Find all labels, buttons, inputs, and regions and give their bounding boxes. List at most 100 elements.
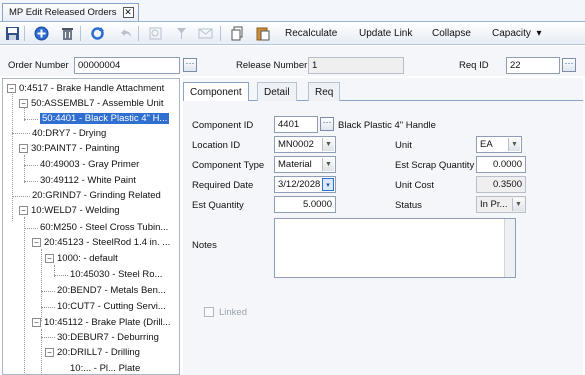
tree-node[interactable]: 20:GRIND7 - Grinding Related <box>32 189 161 202</box>
bill-of-materials-tree[interactable]: −0:4517 - Brake Handle Attachment −50:AS… <box>2 78 180 375</box>
notes-textarea[interactable] <box>274 218 516 278</box>
status-dropdown[interactable]: In Pr... ▼ <box>476 196 526 213</box>
tree-connector <box>12 196 30 197</box>
unit-label: Unit <box>395 140 412 151</box>
notes-scrollbar[interactable] <box>504 219 515 277</box>
tree-node-label: 10:45030 - Steel Ro... <box>70 269 163 280</box>
refresh-icon[interactable] <box>90 26 105 41</box>
filter-icon[interactable] <box>174 26 189 41</box>
search-icon[interactable] <box>148 26 163 41</box>
est-scrap-quantity-field[interactable]: 0.0000 <box>476 156 526 173</box>
tree-node[interactable]: −1000: - default <box>45 252 118 265</box>
order-number-lookup-button[interactable]: ··· <box>183 58 197 72</box>
copy-icon[interactable] <box>230 26 245 41</box>
tree-connector <box>54 275 68 276</box>
tree-node[interactable]: 20:BEND7 - Metals Ben... <box>57 284 166 297</box>
toolbar: Recalculate Update Link Collapse Capacit… <box>0 22 585 45</box>
tree-connector <box>24 228 38 229</box>
tree-node[interactable]: −50:ASSEMBL7 - Assemble Unit <box>19 97 164 110</box>
location-id-label: Location ID <box>192 140 241 151</box>
component-type-label: Component Type <box>192 160 265 171</box>
tree-node-label: 0:4517 - Brake Handle Attachment <box>19 83 165 94</box>
tree-node[interactable]: −0:4517 - Brake Handle Attachment <box>7 82 164 95</box>
delete-icon[interactable] <box>60 26 75 41</box>
tree-node[interactable]: 40:49003 - Gray Primer <box>40 158 139 171</box>
update-link-button[interactable]: Update Link <box>359 28 412 39</box>
tree-node[interactable]: −20:DRILL7 - Drilling <box>45 346 140 359</box>
component-id-field[interactable]: 4401 <box>274 116 318 133</box>
tree-connector <box>41 249 42 321</box>
collapse-icon[interactable]: − <box>45 348 54 357</box>
collapse-button[interactable]: Collapse <box>432 28 471 39</box>
dropdown-arrow-icon[interactable]: ▼ <box>322 138 334 151</box>
linked-checkbox[interactable] <box>204 307 214 317</box>
tree-node-label: 20:GRIND7 - Grinding Related <box>32 190 161 201</box>
tree-node[interactable]: 30:DEBUR7 - Deburring <box>57 331 159 344</box>
dropdown-arrow-icon[interactable]: ▼ <box>508 138 520 151</box>
tree-node-selected[interactable]: 50:4401 - Black Plastic 4" H... <box>40 112 170 125</box>
collapse-icon[interactable]: − <box>7 84 16 93</box>
tab-title: MP Edit Released Orders <box>9 7 117 18</box>
tree-node[interactable]: −10:WELD7 - Welding <box>19 204 120 217</box>
toolbar-separator <box>138 26 139 41</box>
save-icon[interactable] <box>5 26 20 41</box>
tree-node-label: 10:45112 - Brake Plate (Drill... <box>44 317 171 328</box>
mail-icon[interactable] <box>198 26 213 41</box>
tree-connector <box>24 165 38 166</box>
tree-node[interactable]: 10:CUT7 - Cutting Servi... <box>57 300 166 313</box>
tree-node-label: 50:4401 - Black Plastic 4" H... <box>40 113 170 124</box>
tree-node[interactable]: −30:PAINT7 - Painting <box>19 142 120 155</box>
dropdown-arrow-icon[interactable]: ▼ <box>512 198 524 211</box>
tree-connector <box>24 119 38 120</box>
recalculate-button[interactable]: Recalculate <box>285 28 337 39</box>
close-icon[interactable]: ✕ <box>122 7 134 18</box>
collapse-icon[interactable]: − <box>19 144 28 153</box>
collapse-icon[interactable]: − <box>19 206 28 215</box>
component-type-dropdown[interactable]: Material ▼ <box>274 156 336 173</box>
tree-node[interactable]: 10:45030 - Steel Ro... <box>70 268 162 281</box>
capacity-menu-button[interactable]: Capacity ▾ <box>492 28 542 39</box>
tree-node[interactable]: 10:... - Pl... Plate <box>70 362 140 374</box>
tree-node-label: 20:DRILL7 - Drilling <box>57 347 140 358</box>
unit-cost-field[interactable]: 0.3500 <box>476 176 526 193</box>
component-type-value: Material <box>278 159 312 170</box>
tab-req[interactable]: Req <box>308 82 341 101</box>
component-id-lookup-button[interactable]: ··· <box>320 117 334 131</box>
component-description: Black Plastic 4" Handle <box>338 120 436 131</box>
req-id-lookup-button[interactable]: ··· <box>562 58 576 72</box>
unit-value: EA <box>480 139 493 150</box>
paste-icon[interactable] <box>255 26 270 41</box>
tree-node[interactable]: 60:M250 - Steel Cross Tubin... <box>40 221 168 234</box>
collapse-icon[interactable]: − <box>19 99 28 108</box>
tree-node[interactable]: −10:45112 - Brake Plate (Drill... <box>32 316 171 329</box>
detail-tabs: Component Detail Req <box>183 80 583 101</box>
tree-connector <box>41 291 55 292</box>
est-quantity-field[interactable]: 5.0000 <box>274 196 336 213</box>
unit-cost-label: Unit Cost <box>395 180 435 191</box>
tree-node[interactable]: −20:45123 - SteelRod 1.4 in. ... <box>32 236 170 249</box>
collapse-icon[interactable]: − <box>32 318 41 327</box>
tree-node[interactable]: 30:49112 - White Paint <box>40 174 136 187</box>
tab-mp-edit-released-orders[interactable]: MP Edit Released Orders ✕ <box>2 3 139 21</box>
tree-connector <box>41 337 55 338</box>
release-number-field[interactable]: 1 <box>308 57 404 74</box>
undo-icon[interactable] <box>118 26 133 41</box>
req-id-label: Req ID <box>459 60 489 71</box>
tree-node-label: 30:49112 - White Paint <box>40 175 136 186</box>
add-icon[interactable] <box>34 26 49 41</box>
tab-component[interactable]: Component <box>183 82 249 101</box>
collapse-icon[interactable]: − <box>32 238 41 247</box>
collapse-icon[interactable]: − <box>45 254 54 263</box>
tree-node[interactable]: 40:DRY7 - Drying <box>32 127 106 140</box>
dropdown-arrow-icon[interactable]: ▼ <box>322 158 334 171</box>
required-date-picker[interactable]: 3/12/2028 ▾ <box>274 176 336 193</box>
unit-dropdown[interactable]: EA ▼ <box>476 136 522 153</box>
tree-connector <box>24 217 25 374</box>
order-number-field[interactable]: 00000004 <box>74 57 180 74</box>
location-id-dropdown[interactable]: MN0002 ▼ <box>274 136 336 153</box>
calendar-dropdown-icon[interactable]: ▾ <box>322 178 334 191</box>
tab-detail[interactable]: Detail <box>257 82 297 101</box>
req-id-field[interactable]: 22 <box>506 57 560 74</box>
tree-connector <box>12 133 30 134</box>
chevron-down-icon: ▾ <box>536 28 542 39</box>
